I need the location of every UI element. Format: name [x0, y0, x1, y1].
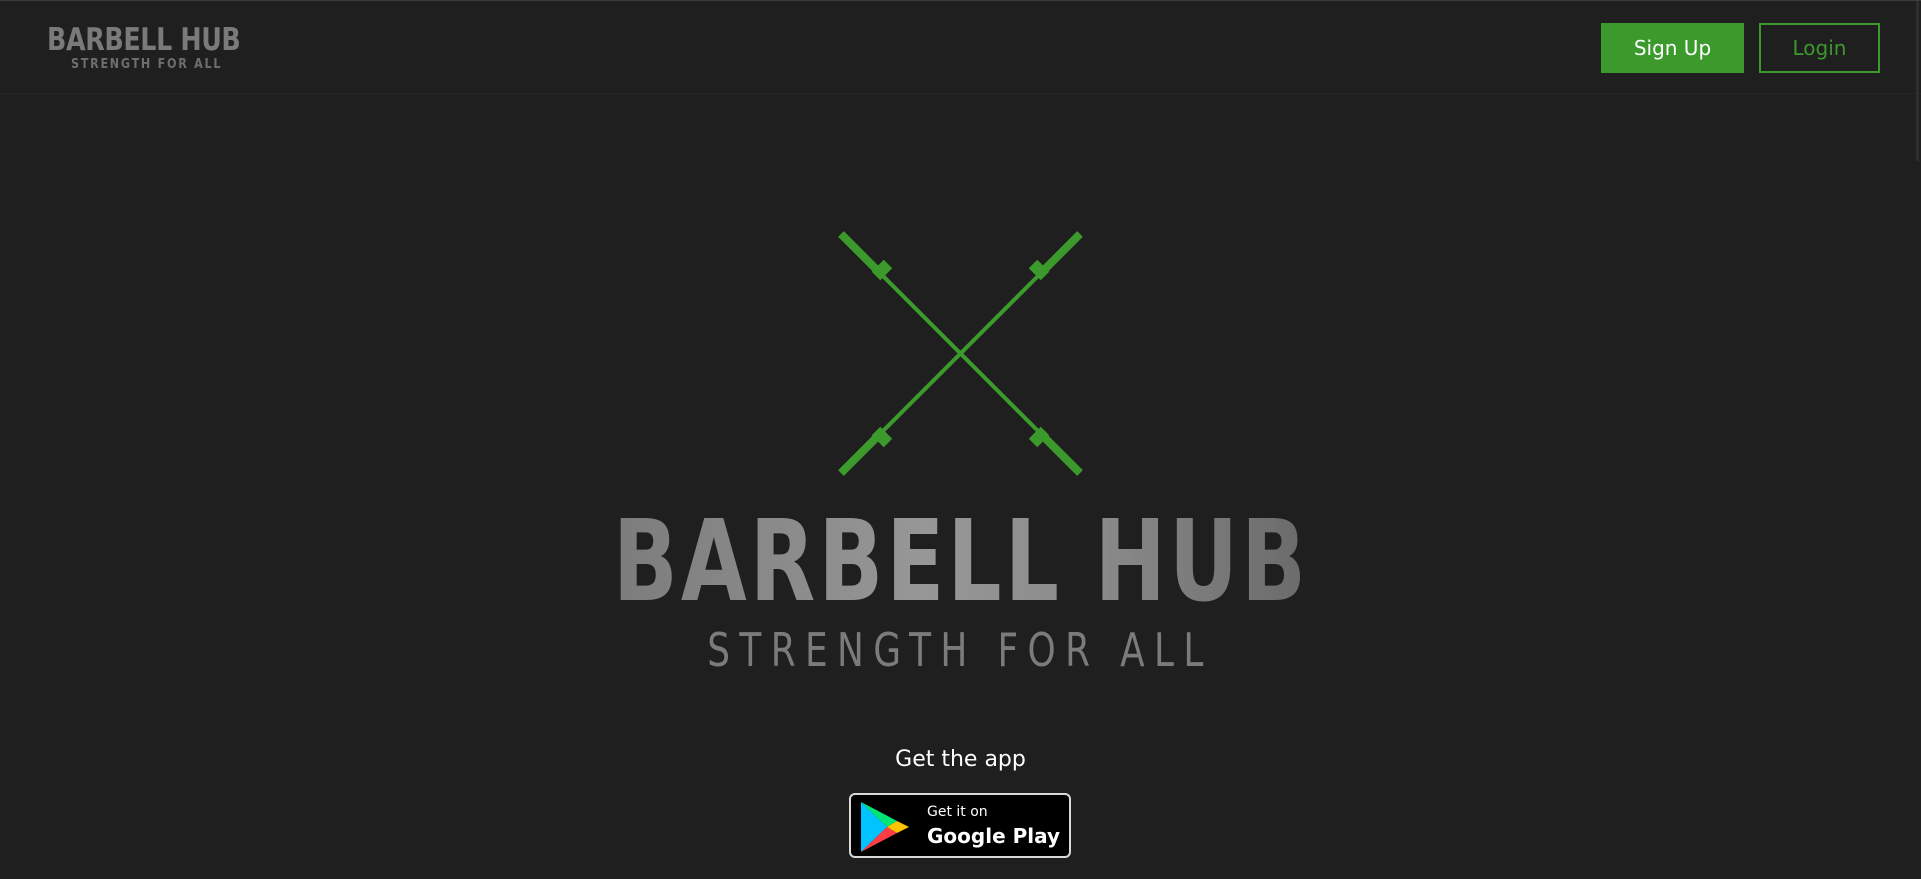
- brand-title: BARBELL HUB: [47, 22, 241, 58]
- google-play-badge[interactable]: Get it on Google Play: [849, 793, 1071, 858]
- hero-title-text: BARBELL HUB: [612, 497, 1309, 627]
- get-the-app-heading: Get the app: [895, 747, 1026, 772]
- landing-page: BARBELL HUB STRENGTH FOR ALL Sign Up Log…: [0, 0, 1921, 879]
- page-scrollbar[interactable]: [1916, 1, 1919, 161]
- google-play-small-text: Get it on: [927, 804, 988, 820]
- brand-tagline: STRENGTH FOR ALL: [71, 57, 223, 72]
- hero-tagline: STRENGTH FOR ALL: [0, 625, 1921, 675]
- login-button[interactable]: Login: [1759, 23, 1880, 73]
- google-play-large-text: Google Play: [927, 824, 1061, 848]
- google-play-icon: [861, 802, 909, 852]
- crossed-barbells-icon: [838, 231, 1083, 476]
- sign-up-button[interactable]: Sign Up: [1601, 23, 1744, 73]
- hero-tagline-text: STRENGTH FOR ALL: [707, 623, 1214, 677]
- top-navbar: BARBELL HUB STRENGTH FOR ALL Sign Up Log…: [0, 1, 1921, 94]
- hero-title: BARBELL HUB: [0, 506, 1921, 618]
- brand-logo[interactable]: BARBELL HUB STRENGTH FOR ALL: [47, 23, 241, 73]
